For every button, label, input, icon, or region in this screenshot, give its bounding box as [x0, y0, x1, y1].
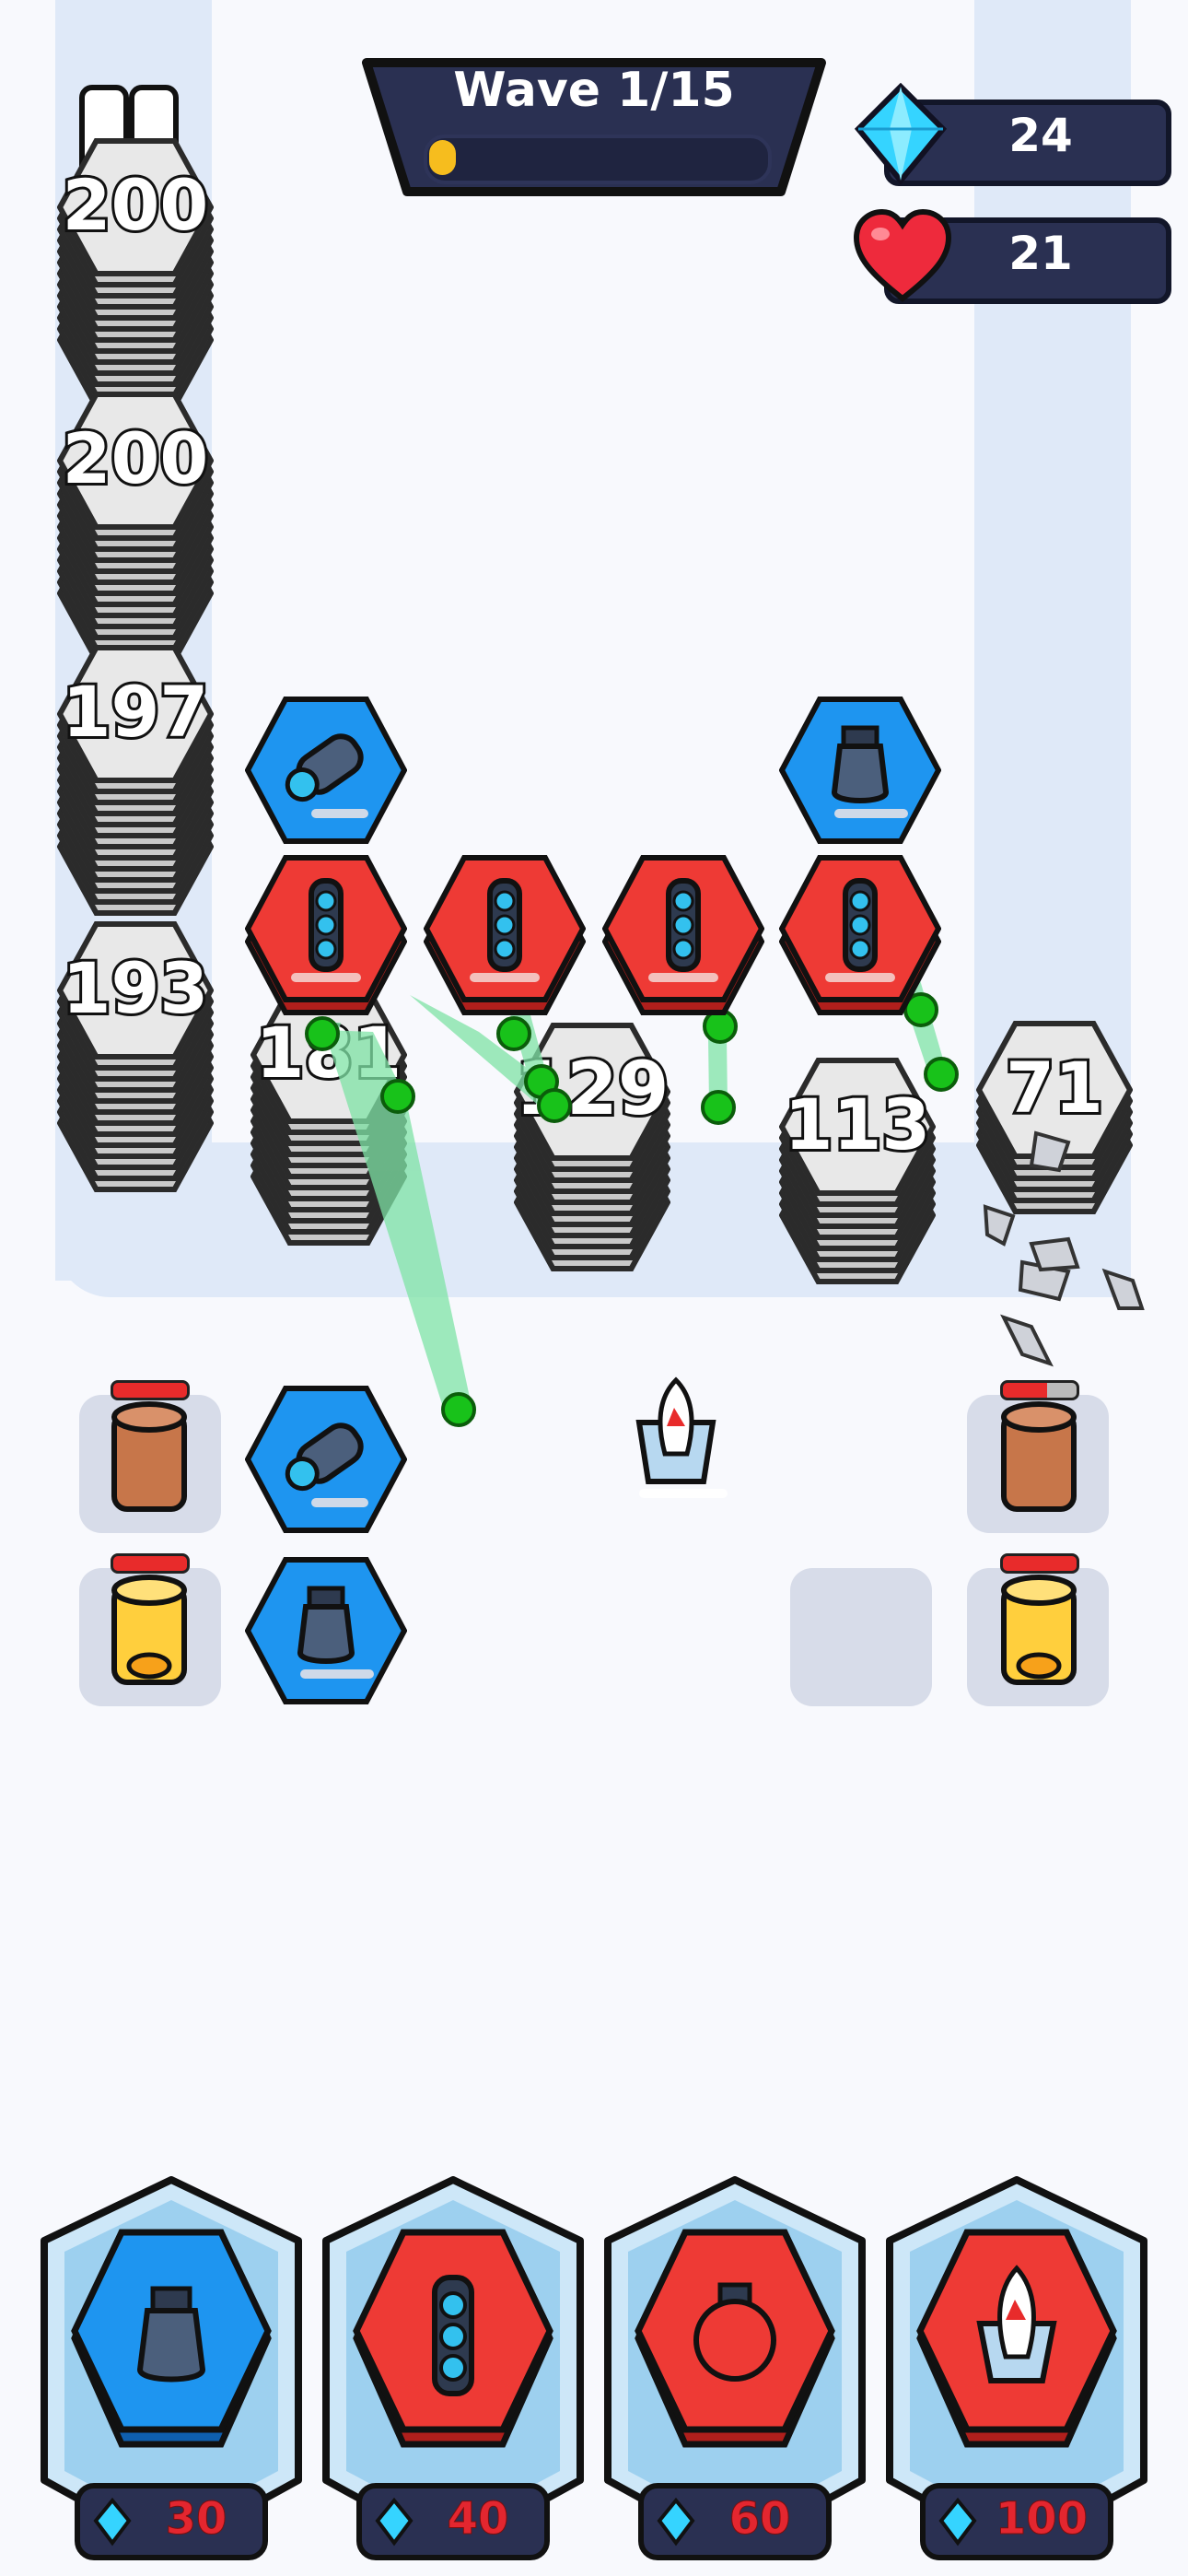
- gatling-icon: [602, 855, 764, 1015]
- barrel-health-bar: [111, 1553, 190, 1574]
- barrel-health-bar: [111, 1380, 190, 1400]
- laser-beams: [265, 776, 1145, 1427]
- rocket-tower[interactable]: [427, 1371, 939, 1539]
- wood-barrel-icon: [111, 1400, 188, 1520]
- bomb-icon: [779, 697, 941, 844]
- tower-cost: 60: [728, 2493, 791, 2546]
- rocket-icon: [427, 1371, 728, 1498]
- gatling-icon: [779, 855, 941, 1015]
- gatling-tower[interactable]: [602, 855, 764, 1015]
- gatling-icon: [245, 855, 407, 1015]
- barrel-health-bar: [1000, 1553, 1079, 1574]
- orb-tower-shop-card[interactable]: 60: [599, 2176, 871, 2563]
- tower-cost: 100: [995, 2493, 1089, 2546]
- gatling-tower-shop-card[interactable]: 40: [317, 2176, 589, 2563]
- gatling-icon: [424, 855, 586, 1015]
- tower-slot-empty[interactable]: [790, 1568, 932, 1706]
- cannon-tower[interactable]: [245, 1386, 407, 1533]
- cannon-icon: [245, 1386, 407, 1533]
- tower-cost: 30: [165, 2493, 227, 2546]
- barrel-health-bar: [1000, 1380, 1079, 1400]
- bomb-icon: [245, 1557, 407, 1704]
- bomb-tower[interactable]: [245, 1557, 407, 1704]
- cannon-tower[interactable]: [245, 697, 407, 844]
- gatling-tower[interactable]: [779, 855, 941, 1015]
- bomb-tower-shop-card[interactable]: 30: [35, 2176, 308, 2563]
- cannon-icon: [245, 697, 407, 844]
- gatling-tower[interactable]: [424, 855, 586, 1015]
- wood-barrel-icon: [1000, 1400, 1077, 1520]
- bomb-tower[interactable]: [779, 697, 941, 844]
- tower-cost: 40: [447, 2493, 509, 2546]
- gold-barrel-icon: [111, 1574, 188, 1693]
- rocket-tower-shop-card[interactable]: 100: [880, 2176, 1153, 2563]
- gold-barrel-icon: [1000, 1574, 1077, 1693]
- gatling-tower[interactable]: [245, 855, 407, 1015]
